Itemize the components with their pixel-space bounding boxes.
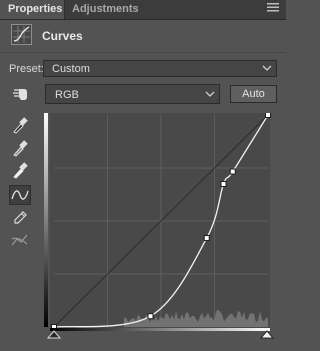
smooth-curve-tool[interactable] <box>9 230 31 250</box>
black-point-eyedropper-icon <box>13 117 28 134</box>
auto-button[interactable]: Auto <box>230 85 277 103</box>
gray-point-eyedropper-icon <box>13 140 28 157</box>
curve-control-point[interactable] <box>265 113 271 118</box>
preset-dropdown[interactable]: Custom <box>43 60 277 77</box>
panel-menu-icon[interactable] <box>267 2 279 16</box>
curve-control-point[interactable] <box>147 313 154 320</box>
curve-control-point[interactable] <box>203 235 210 242</box>
chevron-down-icon <box>205 89 215 99</box>
white-input-slider[interactable] <box>259 330 275 339</box>
header-divider <box>0 52 286 53</box>
tab-adjustments[interactable]: Adjustments <box>64 0 140 19</box>
white-point-eyedropper-icon <box>13 162 28 179</box>
panel-tab-bar: Properties Adjustments <box>0 0 286 20</box>
black-input-slider[interactable] <box>46 330 62 339</box>
edit-points-curve-tool[interactable] <box>9 185 31 205</box>
curve-control-point[interactable] <box>220 181 227 188</box>
input-gradient-bar <box>50 328 270 331</box>
draw-pencil-tool[interactable] <box>9 207 31 227</box>
smooth-curve-icon <box>11 234 28 246</box>
panel-title: Curves <box>42 29 83 43</box>
channel-dropdown[interactable]: RGB <box>45 84 220 104</box>
curves-graph[interactable] <box>44 113 276 339</box>
gray-point-eyedropper-tool[interactable] <box>9 138 31 158</box>
channel-value: RGB <box>55 89 79 101</box>
output-gradient-bar <box>44 113 48 327</box>
curve-control-point[interactable] <box>229 168 236 175</box>
preset-value: Custom <box>52 63 90 75</box>
black-point-eyedropper-tool[interactable] <box>9 115 31 135</box>
preset-label: Preset: <box>9 63 44 75</box>
tab-properties[interactable]: Properties <box>0 0 64 19</box>
edit-points-curve-icon <box>11 190 29 200</box>
chevron-down-icon <box>262 63 272 73</box>
on-image-adjustment-icon <box>13 89 27 100</box>
on-image-adjustment-tool[interactable] <box>9 84 31 104</box>
white-point-eyedropper-tool[interactable] <box>9 160 31 180</box>
draw-pencil-icon <box>14 211 27 224</box>
curves-adjustment-icon <box>11 24 32 45</box>
